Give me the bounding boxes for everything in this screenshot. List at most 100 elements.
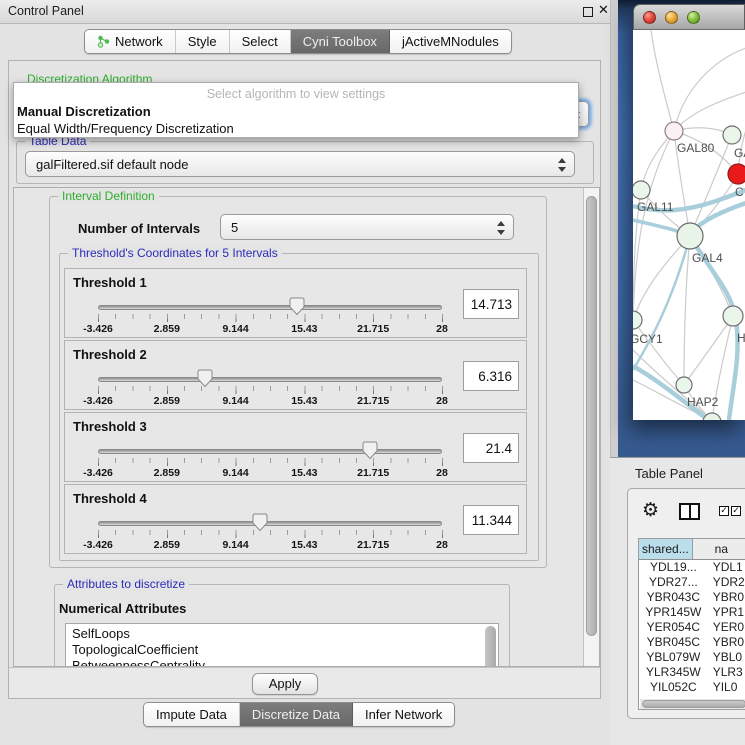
table-row[interactable]: YBR045CYBR0 bbox=[639, 635, 745, 650]
table-cell[interactable]: YLR3 bbox=[708, 665, 745, 680]
float-window-icon[interactable] bbox=[583, 7, 593, 17]
table-cell[interactable]: YDR27... bbox=[639, 575, 708, 590]
close-traffic-light-icon[interactable] bbox=[643, 11, 656, 24]
tab-style-label: Style bbox=[188, 34, 217, 49]
network-canvas[interactable]: GAL80GACGAL11GAL4GCY1HHAP2 bbox=[633, 30, 745, 420]
network-node-label: GAL11 bbox=[637, 200, 674, 214]
column-header-shared-name[interactable]: shared... bbox=[639, 539, 693, 559]
table-row[interactable]: YDR27...YDR2 bbox=[639, 575, 745, 590]
table-cell[interactable]: YBR0 bbox=[708, 635, 745, 650]
tab-impute-data[interactable]: Impute Data bbox=[144, 703, 240, 726]
table-cell[interactable]: YBL0 bbox=[708, 650, 745, 665]
scrollbar-thumb[interactable] bbox=[642, 700, 745, 708]
list-scrollbar[interactable] bbox=[485, 626, 496, 667]
network-node[interactable] bbox=[723, 306, 743, 326]
close-icon[interactable]: ✕ bbox=[598, 3, 609, 18]
table-body: YDL19...YDL1YDR27...YDR2YBR043CYBR0YPR14… bbox=[639, 560, 745, 695]
table-row[interactable]: YLR345WYLR3 bbox=[639, 665, 745, 680]
table-cell[interactable]: YER054C bbox=[639, 620, 708, 635]
table-row[interactable]: YER054CYER0 bbox=[639, 620, 745, 635]
zoom-traffic-light-icon[interactable] bbox=[687, 11, 700, 24]
table-cell[interactable]: YIL052C bbox=[639, 680, 708, 695]
table-cell[interactable]: YDR2 bbox=[708, 575, 745, 590]
table-cell[interactable]: YBL079W bbox=[639, 650, 708, 665]
threshold-value-input[interactable] bbox=[463, 289, 519, 319]
checkbox-icon[interactable]: ✓ bbox=[731, 506, 741, 516]
slider-track[interactable] bbox=[98, 377, 442, 382]
threshold-value-input[interactable] bbox=[463, 433, 519, 463]
table-panel-title: Table Panel bbox=[635, 466, 703, 481]
combo-arrows-icon bbox=[497, 220, 505, 236]
table-row[interactable]: YPR145WYPR1 bbox=[639, 605, 745, 620]
threshold-slider[interactable]: -3.426 2.859 9.144 15.43 21.715 28 bbox=[98, 441, 442, 481]
network-node[interactable] bbox=[677, 223, 703, 249]
minimize-traffic-light-icon[interactable] bbox=[665, 11, 678, 24]
network-node[interactable] bbox=[723, 126, 741, 144]
dropdown-option-equal-width-frequency[interactable]: Equal Width/Frequency Discretization bbox=[17, 121, 234, 136]
tab-jactivemnodules[interactable]: jActiveMNodules bbox=[390, 30, 511, 53]
table-row[interactable]: YDL19...YDL1 bbox=[639, 560, 745, 575]
number-of-intervals-combobox[interactable]: 5 bbox=[220, 214, 514, 240]
table-data-combobox[interactable]: galFiltered.sif default node bbox=[25, 151, 575, 177]
slider-thumb[interactable] bbox=[252, 513, 268, 532]
table-cell[interactable]: YPR145W bbox=[639, 605, 708, 620]
table-row[interactable]: YBR043CYBR0 bbox=[639, 590, 745, 605]
table-cell[interactable]: YER0 bbox=[708, 620, 745, 635]
settings-vertical-scrollbar[interactable] bbox=[583, 188, 599, 666]
table-cell[interactable]: YBR0 bbox=[708, 590, 745, 605]
attribute-list-item[interactable]: BetweennessCentrality bbox=[66, 658, 498, 667]
table-cell[interactable]: YDL19... bbox=[639, 560, 708, 575]
table-data-group: Table Data galFiltered.sif default node bbox=[16, 141, 594, 184]
panel-divider[interactable] bbox=[610, 0, 618, 457]
table-horizontal-scrollbar[interactable] bbox=[640, 699, 745, 709]
network-node-label: GCY1 bbox=[633, 332, 663, 346]
table-cell[interactable]: YBR045C bbox=[639, 635, 708, 650]
table-cell[interactable]: YLR345W bbox=[639, 665, 708, 680]
slider-thumb[interactable] bbox=[197, 369, 213, 388]
numerical-attributes-list[interactable]: SelfLoopsTopologicalCoefficientBetweenne… bbox=[65, 623, 499, 667]
network-window-titlebar[interactable] bbox=[633, 4, 745, 30]
threshold-slider[interactable]: -3.426 2.859 9.144 15.43 21.715 28 bbox=[98, 297, 442, 337]
tab-infer-network[interactable]: Infer Network bbox=[353, 703, 454, 726]
tab-network[interactable]: Network bbox=[85, 30, 176, 53]
tab-cyni-toolbox[interactable]: Cyni Toolbox bbox=[291, 30, 390, 53]
attribute-list-item[interactable]: SelfLoops bbox=[66, 626, 498, 642]
slider-track[interactable] bbox=[98, 449, 442, 454]
threshold-value-input[interactable] bbox=[463, 361, 519, 391]
gear-icon[interactable]: ⚙ bbox=[642, 499, 659, 521]
bottom-tab-bar: Impute Data Discretize Data Infer Networ… bbox=[143, 702, 455, 727]
table-cell[interactable]: YDL1 bbox=[708, 560, 745, 575]
column-header-name[interactable]: na bbox=[693, 539, 745, 559]
slider-minor-ticks bbox=[98, 458, 443, 463]
table-row[interactable]: YBL079WYBL0 bbox=[639, 650, 745, 665]
slider-track[interactable] bbox=[98, 305, 442, 310]
split-columns-icon[interactable] bbox=[679, 503, 700, 520]
table-cell[interactable]: YPR1 bbox=[708, 605, 745, 620]
network-node[interactable] bbox=[676, 377, 692, 393]
scrollbar-thumb[interactable] bbox=[586, 196, 597, 636]
network-node[interactable] bbox=[728, 164, 745, 184]
tab-jactivemnodules-label: jActiveMNodules bbox=[402, 34, 499, 49]
threshold-label: Threshold 3 bbox=[73, 419, 147, 434]
network-node[interactable] bbox=[633, 181, 650, 199]
slider-track[interactable] bbox=[98, 521, 442, 526]
slider-tick-labels: -3.426 2.859 9.144 15.43 21.715 28 bbox=[98, 467, 442, 481]
tab-select[interactable]: Select bbox=[230, 30, 291, 53]
slider-thumb[interactable] bbox=[362, 441, 378, 460]
threshold-value-input[interactable] bbox=[463, 505, 519, 535]
settings-scroll-area: Interval Definition Number of Intervals … bbox=[13, 187, 600, 667]
tab-style[interactable]: Style bbox=[176, 30, 230, 53]
attribute-list-item[interactable]: TopologicalCoefficient bbox=[66, 642, 498, 658]
network-node[interactable] bbox=[633, 311, 642, 329]
checkbox-icon[interactable]: ✓ bbox=[719, 506, 729, 516]
table-cell[interactable]: YIL0 bbox=[708, 680, 745, 695]
dropdown-option-manual-discretization[interactable]: Manual Discretization bbox=[17, 104, 151, 119]
threshold-slider[interactable]: -3.426 2.859 9.144 15.43 21.715 28 bbox=[98, 513, 442, 553]
table-cell[interactable]: YBR043C bbox=[639, 590, 708, 605]
network-node[interactable] bbox=[665, 122, 683, 140]
tab-discretize-data[interactable]: Discretize Data bbox=[240, 703, 353, 726]
threshold-slider[interactable]: -3.426 2.859 9.144 15.43 21.715 28 bbox=[98, 369, 442, 409]
slider-thumb[interactable] bbox=[289, 297, 305, 316]
table-row[interactable]: YIL052CYIL0 bbox=[639, 680, 745, 695]
apply-button[interactable]: Apply bbox=[252, 673, 318, 695]
